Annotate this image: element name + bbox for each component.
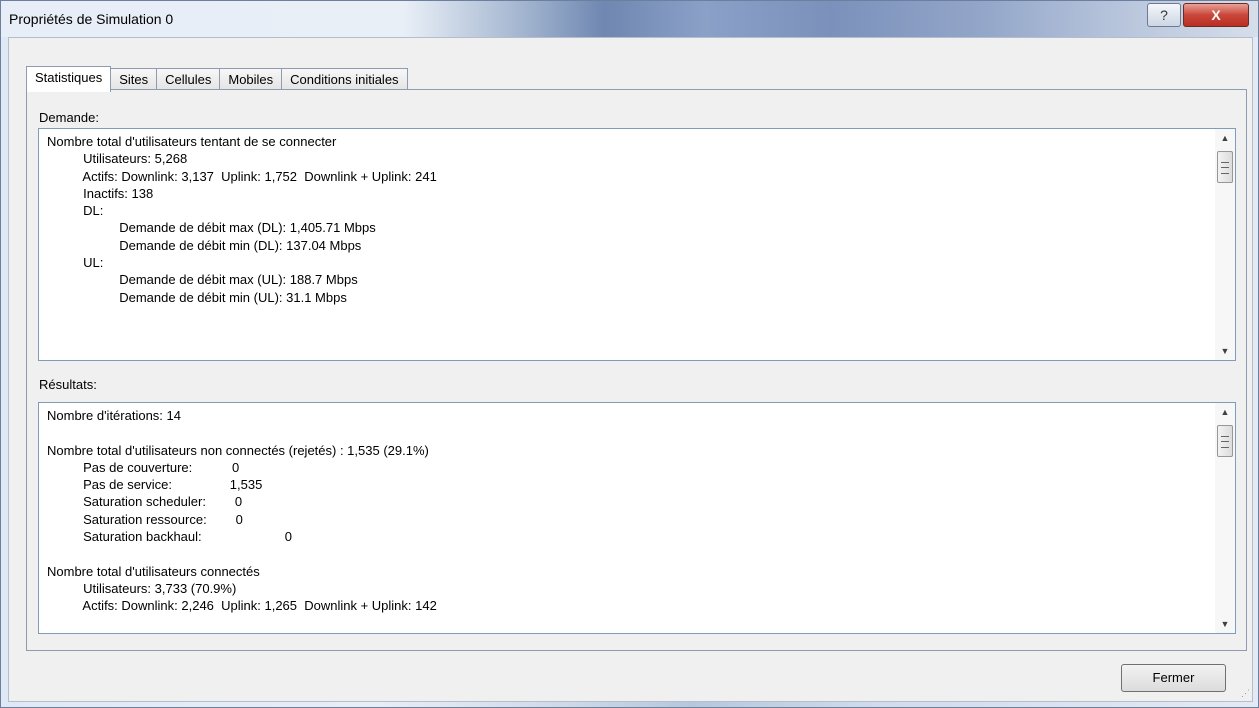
demande-line: Demande de débit max (UL): 188.7 Mbps [47, 272, 358, 288]
tab-panel-statistiques: Demande: Nombre total d'utilisateurs ten… [26, 89, 1247, 651]
close-window-button[interactable]: X [1183, 3, 1249, 27]
demande-line: DL: [47, 203, 104, 219]
tab-statistiques[interactable]: Statistiques [26, 66, 112, 92]
help-button[interactable]: ? [1147, 3, 1181, 27]
resultats-line: Saturation ressource: 0 [47, 511, 243, 527]
resultats-line [47, 424, 1205, 441]
demande-line: UL: [47, 255, 104, 271]
demande-line: Inactifs: 138 [47, 185, 154, 201]
scroll-down-icon[interactable]: ▼ [1215, 342, 1235, 360]
resize-grip-icon[interactable]: ⋰ [1241, 688, 1250, 699]
dialog-window: Propriétés de Simulation 0 ? X Statistiq… [0, 0, 1259, 708]
demande-line: Nombre total d'utilisateurs tentant de s… [47, 134, 337, 149]
demande-line: Demande de débit min (UL): 31.1 Mbps [47, 289, 347, 305]
resultats-line: Pas de service: 1,535 [47, 477, 263, 493]
resultats-line: Saturation backhaul: 0 [47, 529, 292, 545]
scroll-up-icon[interactable]: ▲ [1215, 403, 1235, 421]
scroll-thumb[interactable] [1217, 151, 1233, 183]
grip-icon [1221, 162, 1229, 174]
resultats-line: Nombre d'itérations: 14 [47, 408, 181, 423]
tab-sites[interactable]: Sites [110, 68, 158, 91]
tab-conditions-initiales[interactable]: Conditions initiales [281, 68, 408, 91]
dialog-client-area: Statistiques Sites Cellules Mobiles Cond… [8, 37, 1253, 702]
resultats-textbox[interactable]: Nombre d'itérations: 14 Nombre total d'u… [38, 402, 1236, 634]
window-title: Propriétés de Simulation 0 [9, 11, 174, 27]
demande-textbox[interactable]: Nombre total d'utilisateurs tentant de s… [38, 128, 1236, 361]
resultats-scrollbar[interactable]: ▲ ▼ [1215, 403, 1235, 633]
resultats-line: Saturation scheduler: 0 [47, 494, 243, 510]
tab-mobiles[interactable]: Mobiles [219, 68, 283, 91]
scroll-up-icon[interactable]: ▲ [1215, 129, 1235, 147]
resultats-line: Nombre total d'utilisateurs non connecté… [47, 442, 429, 458]
title-bar[interactable]: Propriétés de Simulation 0 ? X [1, 1, 1258, 37]
resultats-label: Résultats: [39, 377, 97, 392]
demande-line: Demande de débit max (DL): 1,405.71 Mbps [47, 220, 376, 236]
resultats-line: Nombre total d'utilisateurs connectés [47, 563, 260, 579]
resultats-line: Actifs: Downlink: 2,246 Uplink: 1,265 Do… [47, 598, 437, 614]
resultats-line: Pas de couverture: 0 [47, 459, 240, 475]
demande-line: Utilisateurs: 5,268 [47, 151, 188, 167]
demande-label: Demande: [39, 110, 99, 125]
grip-icon [1221, 436, 1229, 448]
demande-line: Actifs: Downlink: 3,137 Uplink: 1,752 Do… [47, 168, 437, 184]
fermer-button[interactable]: Fermer [1121, 664, 1226, 692]
demande-scrollbar[interactable]: ▲ ▼ [1215, 129, 1235, 360]
scroll-thumb[interactable] [1217, 425, 1233, 457]
resultats-line: Utilisateurs: 3,733 (70.9%) [47, 580, 237, 596]
demande-line: Demande de débit min (DL): 137.04 Mbps [47, 237, 362, 253]
resultats-line [47, 545, 1205, 562]
scroll-down-icon[interactable]: ▼ [1215, 615, 1235, 633]
demande-text: Nombre total d'utilisateurs tentant de s… [47, 133, 1205, 306]
tab-strip: Statistiques Sites Cellules Mobiles Cond… [26, 66, 408, 92]
tab-cellules[interactable]: Cellules [156, 68, 221, 91]
resultats-text: Nombre d'itérations: 14 Nombre total d'u… [47, 407, 1205, 615]
